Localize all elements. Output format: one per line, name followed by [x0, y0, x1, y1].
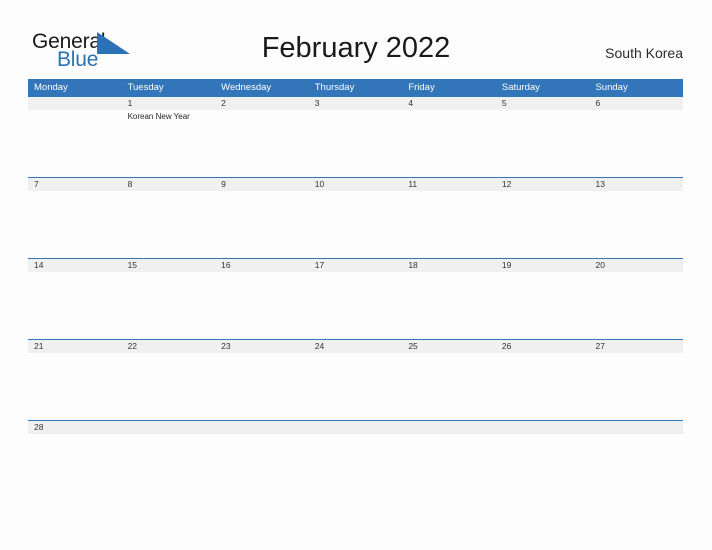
calendar-week-row: 14 15 16 17 18 19 20: [28, 258, 683, 339]
week-date-numbers: 28: [28, 420, 683, 434]
day-number[interactable]: 22: [122, 340, 216, 353]
day-number[interactable]: 8: [122, 178, 216, 191]
day-number[interactable]: 3: [309, 97, 403, 110]
day-cell[interactable]: [28, 434, 122, 446]
day-cell[interactable]: Korean New Year: [122, 110, 216, 177]
calendar-week-row: 7 8 9 10 11 12 13: [28, 177, 683, 258]
day-number[interactable]: [215, 421, 309, 434]
day-cell[interactable]: [402, 272, 496, 339]
week-event-area: [28, 272, 683, 339]
day-cell[interactable]: [309, 353, 403, 420]
weekday-header-row: Monday Tuesday Wednesday Thursday Friday…: [28, 79, 683, 96]
day-cell[interactable]: [402, 434, 496, 446]
week-event-area: [28, 434, 683, 446]
day-number[interactable]: 12: [496, 178, 590, 191]
day-cell[interactable]: [589, 434, 683, 446]
day-cell[interactable]: [402, 353, 496, 420]
week-event-area: Korean New Year: [28, 110, 683, 177]
day-number[interactable]: 9: [215, 178, 309, 191]
day-number[interactable]: 17: [309, 259, 403, 272]
calendar-week-row: 21 22 23 24 25 26 27: [28, 339, 683, 420]
day-number[interactable]: [496, 421, 590, 434]
day-number[interactable]: 16: [215, 259, 309, 272]
page-header: General Blue February 2022 South Korea: [0, 0, 712, 76]
weekday-header-friday: Friday: [408, 82, 435, 93]
day-cell[interactable]: [589, 110, 683, 177]
day-number[interactable]: 19: [496, 259, 590, 272]
day-cell[interactable]: [402, 191, 496, 258]
week-date-numbers: 21 22 23 24 25 26 27: [28, 339, 683, 353]
day-number[interactable]: 7: [28, 178, 122, 191]
day-cell[interactable]: [309, 272, 403, 339]
day-cell[interactable]: [496, 110, 590, 177]
day-number[interactable]: 25: [402, 340, 496, 353]
weekday-header-thursday: Thursday: [314, 82, 355, 93]
week-date-numbers: 1 2 3 4 5 6: [28, 96, 683, 110]
calendar-page: General Blue February 2022 South Korea M…: [0, 0, 712, 550]
weekday-header-monday: Monday: [34, 82, 68, 93]
weekday-header-sunday: Sunday: [595, 82, 628, 93]
weekday-header-tuesday: Tuesday: [127, 82, 164, 93]
weekday-header-wednesday: Wednesday: [221, 82, 272, 93]
country-label: South Korea: [605, 45, 683, 61]
week-event-area: [28, 191, 683, 258]
day-number[interactable]: [309, 421, 403, 434]
day-cell[interactable]: [496, 191, 590, 258]
day-number[interactable]: 24: [309, 340, 403, 353]
day-number[interactable]: 18: [402, 259, 496, 272]
week-date-numbers: 14 15 16 17 18 19 20: [28, 258, 683, 272]
day-number[interactable]: 11: [402, 178, 496, 191]
day-cell[interactable]: [496, 434, 590, 446]
day-number[interactable]: [122, 421, 216, 434]
day-cell[interactable]: [122, 353, 216, 420]
day-cell[interactable]: [496, 272, 590, 339]
day-cell[interactable]: [122, 191, 216, 258]
day-number[interactable]: [402, 421, 496, 434]
day-cell[interactable]: [28, 110, 122, 177]
day-cell[interactable]: [122, 434, 216, 446]
weekday-header-saturday: Saturday: [501, 82, 540, 93]
day-cell[interactable]: [215, 110, 309, 177]
day-cell[interactable]: [215, 353, 309, 420]
week-date-numbers: 7 8 9 10 11 12 13: [28, 177, 683, 191]
day-number[interactable]: 23: [215, 340, 309, 353]
day-cell[interactable]: [28, 272, 122, 339]
day-number[interactable]: 5: [496, 97, 590, 110]
calendar-grid: Monday Tuesday Wednesday Thursday Friday…: [28, 79, 683, 446]
day-cell[interactable]: [215, 434, 309, 446]
day-cell[interactable]: [28, 353, 122, 420]
day-cell[interactable]: [496, 353, 590, 420]
day-number[interactable]: 28: [28, 421, 122, 434]
day-cell[interactable]: [215, 191, 309, 258]
day-cell[interactable]: [589, 353, 683, 420]
day-number[interactable]: 13: [589, 178, 683, 191]
day-cell[interactable]: [309, 191, 403, 258]
day-number[interactable]: 2: [215, 97, 309, 110]
day-cell[interactable]: [589, 191, 683, 258]
day-number[interactable]: 1: [122, 97, 216, 110]
day-cell[interactable]: [215, 272, 309, 339]
day-cell[interactable]: [402, 110, 496, 177]
day-number[interactable]: 20: [589, 259, 683, 272]
day-number[interactable]: 4: [402, 97, 496, 110]
day-number[interactable]: 27: [589, 340, 683, 353]
event-label[interactable]: Korean New Year: [128, 112, 211, 122]
calendar-week-row: 28: [28, 420, 683, 446]
day-number[interactable]: 10: [309, 178, 403, 191]
day-number[interactable]: 21: [28, 340, 122, 353]
day-cell[interactable]: [28, 191, 122, 258]
day-number[interactable]: [589, 421, 683, 434]
day-cell[interactable]: [589, 272, 683, 339]
day-number[interactable]: 14: [28, 259, 122, 272]
calendar-week-row: 1 2 3 4 5 6 Korean New Year: [28, 96, 683, 177]
day-number[interactable]: 15: [122, 259, 216, 272]
day-cell[interactable]: [309, 110, 403, 177]
day-cell[interactable]: [309, 434, 403, 446]
day-cell[interactable]: [122, 272, 216, 339]
day-number[interactable]: 6: [589, 97, 683, 110]
day-number[interactable]: 26: [496, 340, 590, 353]
week-event-area: [28, 353, 683, 420]
day-number[interactable]: [28, 97, 122, 110]
